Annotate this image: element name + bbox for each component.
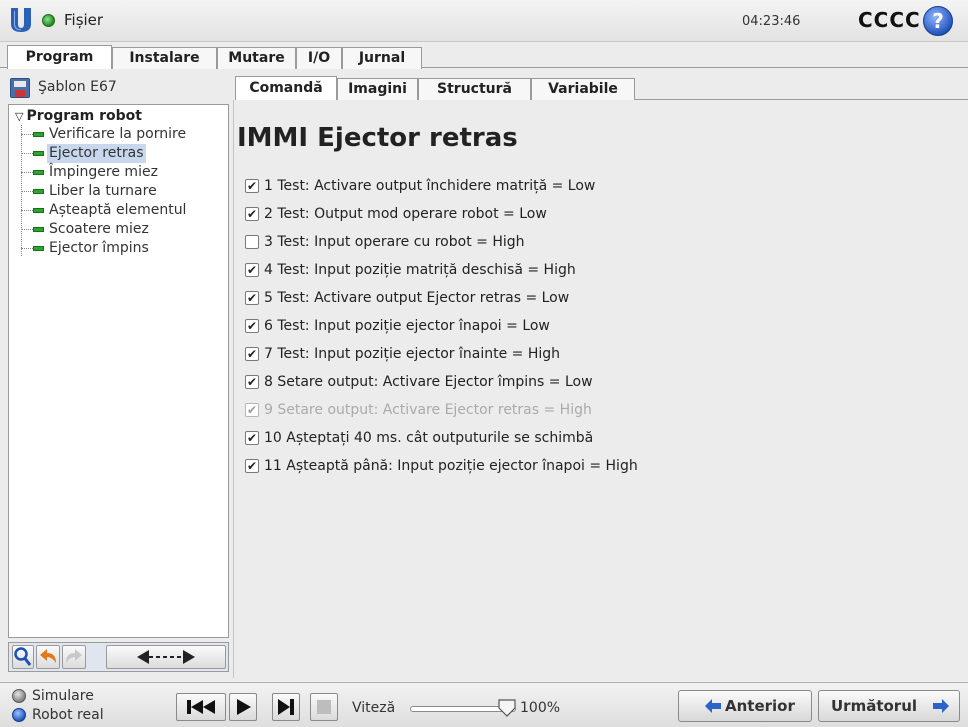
tab-variabile[interactable]: Variabile — [531, 78, 635, 100]
expand-triangle-icon[interactable]: ▽ — [15, 110, 23, 123]
command-row-label: 5 Test: Activare output Ejector retras =… — [264, 290, 570, 306]
mode-real-label: Robot real — [32, 707, 104, 723]
arrow-right-icon — [933, 699, 949, 713]
program-node-icon — [33, 246, 44, 251]
next-button[interactable]: Următorul — [818, 690, 960, 722]
program-tree-panel: Şablon E67 ▽ Program robot Verificare la … — [8, 76, 229, 676]
command-checkbox[interactable]: ✔ — [245, 347, 259, 361]
next-label: Următorul — [831, 697, 918, 715]
file-name-row: Şablon E67 — [8, 76, 229, 102]
robot-name: CCCC — [858, 8, 921, 32]
file-status-icon[interactable] — [42, 14, 55, 27]
tree-item-label: Ejector împins — [49, 240, 149, 256]
tree-item-label: Ejector retras — [47, 144, 146, 163]
tab-program[interactable]: Program — [7, 45, 112, 69]
tree-item-label: Așteaptă elementul — [49, 202, 187, 218]
program-tree: ▽ Program robot Verificare la pornire Eje… — [8, 104, 229, 638]
command-checkbox[interactable] — [245, 235, 259, 249]
tree-item-label: Scoatere miez — [49, 221, 149, 237]
file-menu[interactable]: Fișier — [64, 11, 103, 29]
redo-icon — [62, 645, 86, 669]
program-node-icon — [33, 132, 44, 137]
tab-mutare[interactable]: Mutare — [217, 47, 296, 69]
previous-label: Anterior — [725, 697, 795, 715]
step-button[interactable] — [272, 693, 300, 721]
tab-instalare[interactable]: Instalare — [112, 47, 217, 69]
command-row-label: 11 Așteaptă până: Input poziție ejector … — [264, 458, 638, 474]
command-row-label: 3 Test: Input operare cu robot = High — [264, 234, 525, 250]
speed-slider-thumb[interactable] — [497, 698, 517, 718]
command-row-label: 4 Test: Input poziție matriță deschisă =… — [264, 262, 576, 278]
mode-simulation-label: Simulare — [32, 688, 94, 704]
command-title: IMMI Ejector retras — [237, 123, 518, 153]
command-checkbox[interactable]: ✔ — [245, 319, 259, 333]
rewind-button[interactable] — [176, 693, 226, 721]
command-row-label: 9 Setare output: Activare Ejector retras… — [264, 402, 592, 418]
program-node-icon — [33, 151, 44, 156]
search-icon[interactable] — [12, 645, 34, 669]
command-checkbox[interactable]: ✔ — [245, 179, 259, 193]
command-checkbox[interactable]: ✔ — [245, 291, 259, 305]
command-checkbox[interactable]: ✔ — [245, 263, 259, 277]
tree-root[interactable]: ▽ Program robot — [15, 108, 142, 124]
tab-structura[interactable]: Structură — [418, 78, 531, 100]
bottom-bar: Simulare Robot real Viteză 100% Anterior… — [0, 682, 968, 727]
program-node-icon — [33, 208, 44, 213]
program-file-name: Şablon E67 — [38, 79, 117, 95]
command-row-label: 7 Test: Input poziție ejector înainte = … — [264, 346, 561, 362]
command-row-label: 6 Test: Input poziție ejector înapoi = L… — [264, 318, 550, 334]
tree-item-label: Împingere miez — [49, 164, 158, 180]
command-row-label: 10 Așteptați 40 ms. cât outputurile se s… — [264, 430, 594, 446]
node-tab-bar: Comandă Imagini Structură Variabile — [235, 76, 968, 100]
title-bar: Fișier 04:23:46 CCCC ? — [0, 0, 968, 42]
tree-toolbar — [8, 642, 229, 672]
tab-comanda[interactable]: Comandă — [235, 76, 337, 100]
command-row-label: 1 Test: Activare output închidere matriț… — [264, 178, 596, 194]
tree-item-label: Verificare la pornire — [49, 126, 187, 142]
program-node-icon — [33, 189, 44, 194]
undo-icon[interactable] — [36, 645, 60, 669]
radio-simulation-icon[interactable] — [12, 689, 26, 703]
program-node-icon — [33, 227, 44, 232]
command-checkbox[interactable]: ✔ — [245, 207, 259, 221]
tab-io[interactable]: I/O — [296, 47, 342, 69]
stop-button — [310, 693, 338, 721]
help-icon[interactable]: ? — [923, 6, 953, 36]
arrow-left-icon — [705, 699, 721, 713]
program-node-icon — [33, 170, 44, 175]
command-checkbox[interactable]: ✔ — [245, 375, 259, 389]
move-node-button[interactable] — [106, 645, 226, 669]
command-checkbox[interactable]: ✔ — [245, 431, 259, 445]
save-icon[interactable] — [10, 78, 30, 98]
tab-jurnal[interactable]: Jurnal — [342, 47, 422, 69]
radio-real-robot-icon[interactable] — [12, 708, 26, 722]
tree-item-label: Liber la turnare — [49, 183, 157, 199]
tree-root-label: Program robot — [26, 108, 142, 124]
speed-value: 100% — [520, 700, 561, 716]
command-checkbox[interactable]: ✔ — [245, 403, 259, 417]
tab-imagini[interactable]: Imagini — [337, 78, 418, 100]
previous-button[interactable]: Anterior — [678, 690, 812, 722]
command-row-label: 2 Test: Output mod operare robot = Low — [264, 206, 547, 222]
play-button[interactable] — [229, 693, 257, 721]
command-checkbox[interactable]: ✔ — [245, 459, 259, 473]
main-tab-bar: Program Instalare Mutare I/O Jurnal — [0, 42, 968, 69]
speed-label: Viteză — [352, 700, 396, 716]
clock: 04:23:46 — [742, 14, 801, 29]
command-row-label: 8 Setare output: Activare Ejector împins… — [264, 374, 593, 390]
universal-robots-logo-icon — [11, 8, 31, 32]
